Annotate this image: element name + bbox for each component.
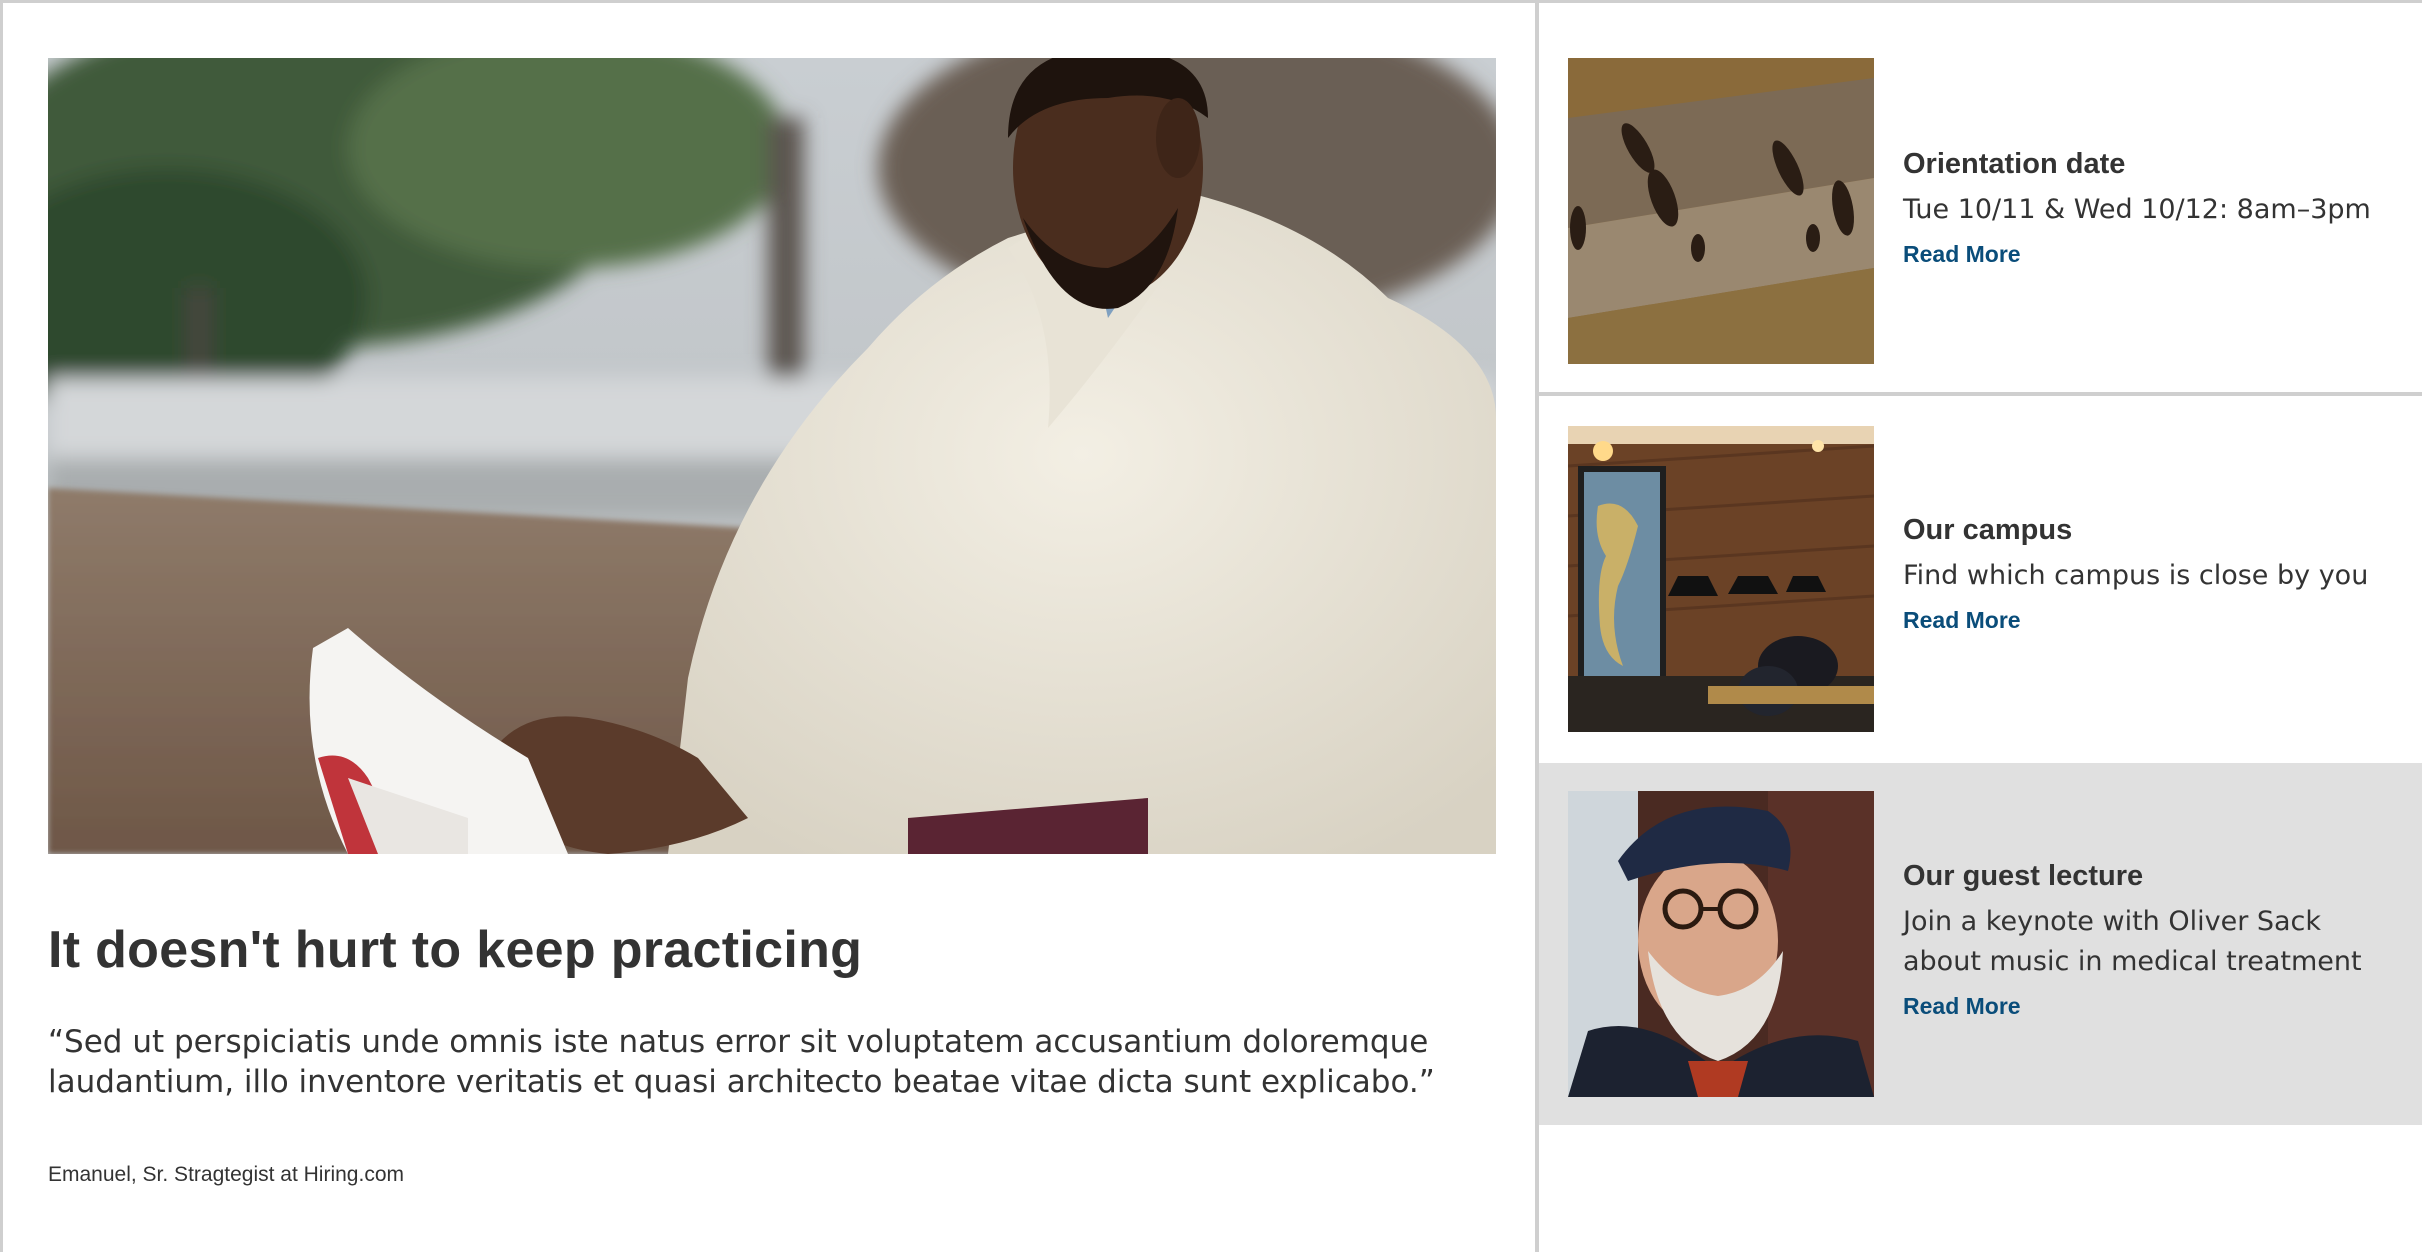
event-card-list: Orientation date Tue 10/11 & Wed 10/12: … xyxy=(1539,3,2422,1252)
orientation-text: Tue 10/11 & Wed 10/12: 8am–3pm xyxy=(1903,194,2371,225)
event-card-campus[interactable]: Our campus Find which campus is close by… xyxy=(1539,400,2422,763)
event-card-guest-lecture[interactable]: Our guest lecture Join a keynote with Ol… xyxy=(1539,763,2422,1125)
event-card-orientation[interactable]: Orientation date Tue 10/11 & Wed 10/12: … xyxy=(1539,3,2422,396)
orientation-image xyxy=(1568,58,1874,364)
guest-lecture-text: Join a keynote with Oliver Sack about mu… xyxy=(1903,906,2362,977)
feature-headline: It doesn't hurt to keep practicing xyxy=(48,921,863,979)
feature-section: It doesn't hurt to keep practicing “Sed … xyxy=(0,0,1538,1252)
campus-body: Our campus Find which campus is close by… xyxy=(1903,510,2403,636)
guest-lecture-body: Our guest lecture Join a keynote with Ol… xyxy=(1903,856,2403,1022)
feature-image xyxy=(48,58,1496,854)
campus-read-more-link[interactable]: Read More xyxy=(1903,604,2021,636)
campus-title: Our campus xyxy=(1903,514,2073,546)
guest-lecture-image xyxy=(1568,791,1874,1097)
feature-quote: “Sed ut perspiciatis unde omnis iste nat… xyxy=(48,1024,1435,1100)
feature-attribution: Emanuel, Sr. Stragtegist at Hiring.com xyxy=(48,1163,404,1186)
guest-lecture-read-more-link[interactable]: Read More xyxy=(1903,990,2021,1022)
campus-text: Find which campus is close by you xyxy=(1903,560,2369,591)
orientation-body: Orientation date Tue 10/11 & Wed 10/12: … xyxy=(1903,144,2403,270)
guest-lecture-title: Our guest lecture xyxy=(1903,860,2144,892)
campus-image xyxy=(1568,426,1874,732)
orientation-title: Orientation date xyxy=(1903,148,2126,180)
orientation-read-more-link[interactable]: Read More xyxy=(1903,238,2021,270)
